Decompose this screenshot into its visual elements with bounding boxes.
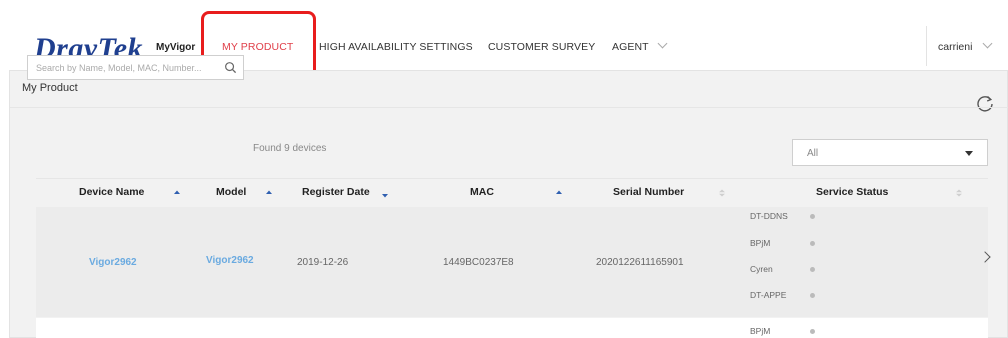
app-name: MyVigor [156, 42, 196, 53]
sort-both-icon[interactable] [955, 188, 963, 198]
sort-desc-icon[interactable] [381, 191, 389, 201]
serial-number: 2020122611165901 [596, 257, 684, 268]
nav-agent-label: AGENT [612, 41, 649, 53]
column-model[interactable]: Model [216, 186, 246, 198]
search-box[interactable] [27, 55, 244, 80]
caret-down-icon [965, 151, 973, 156]
service-name: DT-DDNS [750, 211, 788, 221]
panel-title: My Product [22, 82, 78, 94]
user-menu[interactable]: carrieni [938, 38, 993, 53]
nav-high-availability-settings[interactable]: HIGH AVAILABILITY SETTINGS [319, 41, 473, 53]
status-dot-icon [810, 241, 815, 246]
table-row[interactable]: Vigor2962 Vigor2962 2019-12-26 1449BC023… [36, 207, 991, 317]
refresh-icon[interactable] [975, 93, 995, 113]
status-dot-icon [810, 293, 815, 298]
status-dot-icon [810, 329, 815, 334]
mac-address: 1449BC0237E8 [443, 257, 514, 268]
table-row[interactable]: BPjM [36, 318, 988, 338]
status-filter-select[interactable]: All [792, 139, 988, 166]
service-name: BPjM [750, 238, 771, 248]
nav-customer-survey[interactable]: CUSTOMER SURVEY [488, 41, 595, 53]
column-register-date[interactable]: Register Date [302, 186, 370, 198]
sort-both-icon[interactable] [718, 188, 726, 198]
column-service-status[interactable]: Service Status [816, 186, 888, 198]
table-header: Device Name Model Register Date MAC Seri… [36, 180, 986, 206]
column-serial-number[interactable]: Serial Number [613, 186, 684, 198]
status-dot-icon [810, 214, 815, 219]
model-link[interactable]: Vigor2962 [206, 255, 254, 266]
sort-asc-icon[interactable] [173, 188, 181, 198]
table-header-top-border [36, 178, 988, 179]
device-name-link[interactable]: Vigor2962 [89, 257, 137, 268]
panel-divider [10, 107, 1008, 108]
service-name: Cyren [750, 264, 773, 274]
column-device-name[interactable]: Device Name [79, 186, 144, 198]
found-count: Found 9 devices [253, 143, 327, 154]
user-name: carrieni [938, 41, 973, 53]
nav-agent[interactable]: AGENT [612, 38, 668, 53]
status-filter-value: All [807, 148, 819, 159]
nav-divider [926, 26, 927, 66]
search-input[interactable] [28, 56, 218, 79]
search-icon[interactable] [224, 61, 237, 74]
service-name: BPjM [750, 326, 771, 336]
sort-asc-icon[interactable] [265, 188, 273, 198]
sort-asc-icon[interactable] [555, 188, 563, 198]
chevron-down-icon [657, 38, 668, 49]
chevron-down-icon [982, 38, 993, 49]
column-mac[interactable]: MAC [470, 186, 494, 198]
register-date: 2019-12-26 [297, 257, 349, 268]
status-dot-icon [810, 267, 815, 272]
service-name: DT-APPE [750, 290, 787, 300]
